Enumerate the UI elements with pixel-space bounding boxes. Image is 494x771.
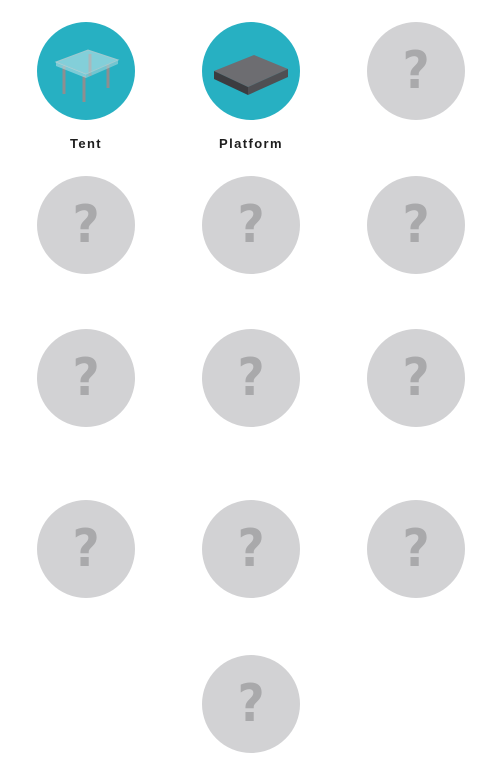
item-slot-locked[interactable]: ?: [351, 500, 481, 598]
item-slot-locked[interactable]: ?: [21, 329, 151, 427]
glass-table-icon: [54, 49, 120, 102]
item-slot-platform[interactable]: Platform: [186, 22, 316, 151]
question-mark-icon: ?: [402, 41, 430, 101]
item-slot-tent[interactable]: Tent: [21, 22, 151, 151]
item-slot-locked[interactable]: ?: [21, 176, 151, 274]
question-mark-icon: ?: [72, 519, 100, 579]
item-slot-locked[interactable]: ?: [21, 500, 151, 598]
item-button-platform[interactable]: [202, 22, 300, 120]
question-mark-icon: ?: [402, 195, 430, 255]
question-mark-icon: ?: [402, 348, 430, 408]
item-slot-locked[interactable]: ?: [186, 500, 316, 598]
item-label: Platform: [219, 136, 283, 151]
item-slot-locked[interactable]: ?: [186, 329, 316, 427]
locked-item-button[interactable]: ?: [202, 655, 300, 753]
item-slot-locked[interactable]: ?: [186, 176, 316, 274]
locked-item-button[interactable]: ?: [37, 329, 135, 427]
locked-item-button[interactable]: ?: [367, 22, 465, 120]
item-slot-locked[interactable]: ?: [351, 22, 481, 120]
item-button-tent[interactable]: [37, 22, 135, 120]
question-mark-icon: ?: [237, 195, 265, 255]
platform-icon: [214, 55, 288, 95]
question-mark-icon: ?: [237, 519, 265, 579]
item-slot-locked[interactable]: ?: [186, 655, 316, 753]
locked-item-button[interactable]: ?: [202, 176, 300, 274]
question-mark-icon: ?: [72, 195, 100, 255]
locked-item-button[interactable]: ?: [367, 176, 465, 274]
locked-item-button[interactable]: ?: [367, 500, 465, 598]
locked-item-button[interactable]: ?: [367, 329, 465, 427]
item-label: Tent: [69, 136, 103, 151]
locked-item-button[interactable]: ?: [37, 500, 135, 598]
question-mark-icon: ?: [237, 674, 265, 734]
item-slot-locked[interactable]: ?: [351, 329, 481, 427]
question-mark-icon: ?: [237, 348, 265, 408]
question-mark-icon: ?: [402, 519, 430, 579]
locked-item-button[interactable]: ?: [202, 500, 300, 598]
locked-item-button[interactable]: ?: [202, 329, 300, 427]
question-mark-icon: ?: [72, 348, 100, 408]
item-slot-locked[interactable]: ?: [351, 176, 481, 274]
locked-item-button[interactable]: ?: [37, 176, 135, 274]
